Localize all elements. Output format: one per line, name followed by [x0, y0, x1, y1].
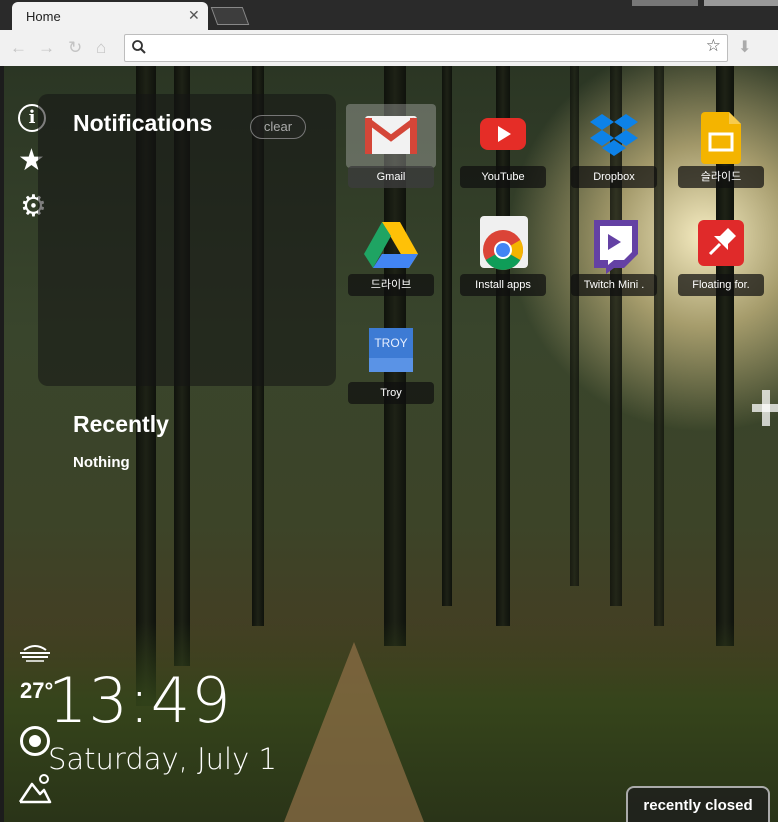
app-label: 슬라이드 [678, 166, 764, 188]
recently-closed-button[interactable]: recently closed [626, 786, 770, 822]
app-label: Twitch Mini . [571, 274, 657, 296]
youtube-icon [480, 118, 526, 150]
notifications-title: Notifications [73, 110, 213, 136]
app-floating-for[interactable]: Floating for. [676, 212, 766, 302]
new-tab-button[interactable] [210, 7, 250, 25]
notifications-panel: Notifications clear [38, 94, 336, 386]
mountain-background-icon[interactable] [18, 772, 52, 806]
search-icon [132, 40, 146, 54]
forward-icon[interactable]: → [38, 38, 55, 58]
app-install-apps[interactable]: Install apps [458, 212, 548, 302]
app-label: Troy [348, 382, 434, 404]
tab-strip: Home ✕ [0, 0, 778, 30]
recently-title: Recently [73, 411, 169, 437]
app-label: Gmail [348, 166, 434, 188]
url-input[interactable] [151, 37, 695, 59]
app-youtube[interactable]: YouTube [458, 104, 548, 194]
chrome-webstore-icon [483, 230, 523, 270]
home-icon[interactable]: ⌂ [96, 38, 106, 58]
bookmark-star-icon[interactable]: ☆ [706, 36, 721, 56]
fog-weather-icon [20, 645, 50, 662]
app-label: 드라이브 [348, 274, 434, 296]
new-tab-page: i ★ ⚙ Notifications clear Recently Nothi… [4, 66, 778, 822]
address-bar[interactable]: ☆ [124, 34, 728, 62]
recently-empty-text: Nothing [73, 454, 130, 471]
clock-date: Saturday, July 1 [48, 742, 277, 776]
reload-icon[interactable]: ↻ [68, 38, 82, 58]
tab-title: Home [26, 9, 61, 24]
minimize-button[interactable] [632, 0, 698, 6]
app-twitch[interactable]: Twitch Mini . [569, 212, 659, 302]
app-label: Floating for. [678, 274, 764, 296]
record-ring-icon[interactable] [20, 726, 50, 756]
slides-icon [701, 112, 741, 164]
app-label: YouTube [460, 166, 546, 188]
app-drive[interactable]: 드라이브 [346, 212, 436, 302]
close-window-button[interactable] [704, 0, 778, 6]
clock-time: 13:49 [48, 664, 232, 737]
drive-icon [364, 222, 418, 268]
tab-home[interactable]: Home ✕ [12, 2, 208, 30]
app-gmail[interactable]: Gmail [346, 104, 436, 194]
troy-icon: TROY [369, 328, 413, 372]
pin-icon [698, 220, 744, 266]
clear-notifications-button[interactable]: clear [250, 115, 306, 139]
back-icon[interactable]: ← [10, 38, 27, 58]
app-dropbox[interactable]: Dropbox [569, 104, 659, 194]
app-troy[interactable]: TROY Troy [346, 320, 436, 410]
tab-close-icon[interactable]: ✕ [188, 7, 200, 24]
download-icon[interactable]: ⬇ [738, 37, 751, 57]
app-label: Dropbox [571, 166, 657, 188]
toolbar: ← → ↻ ⌂ ☆ ⬇ [0, 30, 778, 66]
add-app-icon[interactable] [752, 388, 778, 428]
app-slides[interactable]: 슬라이드 [676, 104, 766, 194]
twitch-icon [594, 220, 638, 274]
browser-chrome: Home ✕ ← → ↻ ⌂ ☆ ⬇ [0, 0, 778, 66]
troy-icon-text: TROY [374, 336, 407, 350]
dropbox-icon [590, 114, 638, 156]
app-label: Install apps [460, 274, 546, 296]
gmail-icon [365, 116, 417, 154]
